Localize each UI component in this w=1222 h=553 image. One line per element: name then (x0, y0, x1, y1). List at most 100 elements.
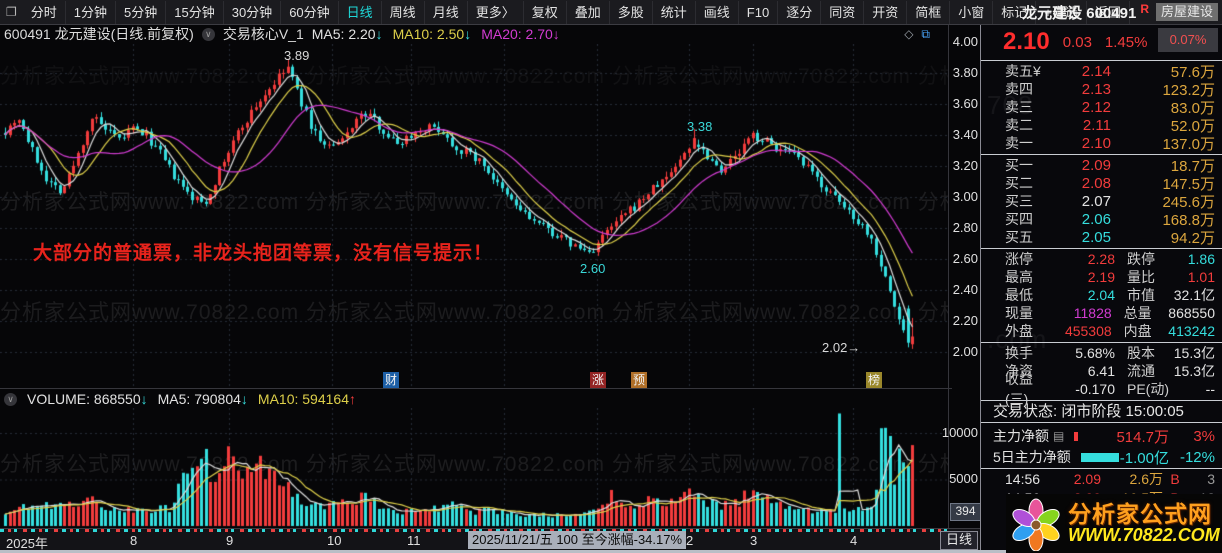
doc-icon[interactable]: ▤ (1053, 429, 1064, 443)
tool-item[interactable]: 简框 (907, 0, 951, 24)
tool-item[interactable]: 同资 (821, 0, 865, 24)
event-flag[interactable]: 涨 (590, 372, 606, 388)
price-axis-label: 3.00 (952, 189, 978, 204)
stat-label: 总量 (1123, 305, 1152, 321)
trading-app-window: ❐ 分时 1分钟 5分钟 15分钟 30分钟 60分钟 日线 周线 月线 更多〉 复权 叠加 多股 统计… (0, 0, 1222, 553)
trend-arrow-icon: ↓ (375, 26, 383, 42)
site-logo: 分析家公式网 WWW.70822.COM (1006, 494, 1222, 553)
tool-item[interactable]: 小窗 (950, 0, 994, 24)
order-price: 2.13 (1081, 80, 1111, 98)
stat-row: 最高 2.19 量比 1.01 (981, 268, 1222, 286)
order-price: 2.07 (1081, 192, 1111, 210)
panel-divider (981, 422, 1222, 423)
force-bar (1080, 452, 1119, 462)
order-price: 2.09 (1081, 156, 1111, 174)
chevron-down-icon[interactable]: ∨ (201, 27, 215, 41)
price-axis-label: 2.60 (952, 251, 978, 266)
order-book-row[interactable]: 买三 2.07 245.6万 (981, 192, 1222, 211)
tool-item[interactable]: 叠加 (567, 0, 610, 24)
force-label: 5日主力净额 (993, 449, 1071, 465)
date-axis-label: 11 (407, 533, 421, 548)
stat-value: 5.68% (1075, 345, 1115, 361)
topbar-stock-info: 龙元建设 600491 R 房屋建设 (1022, 0, 1222, 24)
price-axis-label: 2.80 (952, 220, 978, 235)
period-menu: 分时 1分钟 5分钟 15分钟 30分钟 60分钟 日线 周线 月线 更多〉 (23, 0, 524, 24)
legend-item: MA5: 2.20↓ (311, 26, 383, 42)
order-book-row[interactable]: 买二 2.08 147.5万 (981, 174, 1222, 193)
trend-arrow-icon: ↓ (464, 26, 472, 42)
logo-site-url: WWW.70822.COM (1068, 525, 1220, 546)
tool-item[interactable]: 画线 (696, 0, 739, 24)
order-book-row[interactable]: 卖二 2.11 52.0万 (981, 116, 1222, 135)
trend-arrow-icon: ↓ (552, 26, 560, 42)
volume-chart-canvas[interactable] (0, 408, 948, 528)
period-box[interactable]: 日线 (940, 531, 978, 550)
force-percent: -12% (1179, 448, 1215, 466)
period-item[interactable]: 5分钟 (116, 0, 167, 24)
panel-toggle-icon[interactable]: ⧉ (921, 27, 930, 42)
tool-item[interactable]: 复权 (524, 0, 567, 24)
period-item[interactable]: 分时 (23, 0, 66, 24)
stat-label: 流通 (1127, 363, 1155, 379)
price-axis-column: 4.00 3.80 3.60 3.40 3.20 3.00 2.80 2.60 2.40 2.20… (942, 24, 981, 553)
order-book-row[interactable]: 卖一 2.10 137.0万 (981, 134, 1222, 153)
date-axis-label: 2 (686, 533, 694, 548)
order-volume: 94.2万 (1170, 229, 1215, 247)
event-flag[interactable]: 预 (631, 372, 647, 388)
period-item[interactable]: 周线 (382, 0, 425, 24)
period-item[interactable]: 60分钟 (281, 0, 339, 24)
price-chart-canvas[interactable] (0, 44, 948, 388)
tool-item[interactable]: 统计 (653, 0, 696, 24)
stat-row: 现量 11828 总量 868550 (981, 304, 1222, 322)
legend-item: MA5: 790804↓ (157, 391, 248, 407)
period-item[interactable]: 月线 (425, 0, 468, 24)
price-chart-header: 600491 龙元建设(日线.前复权) ∨ 交易核心V_1 MA5: 2.20↓… (0, 24, 952, 44)
order-level-label: 买三 (1005, 193, 1033, 209)
date-axis-label: 9 (226, 533, 234, 548)
window-icon[interactable]: ❐ (6, 5, 17, 19)
order-book-row[interactable]: 卖四 2.13 123.2万 (981, 80, 1222, 99)
date-axis-label: 8 (130, 533, 138, 548)
tool-item[interactable]: F10 (739, 0, 779, 24)
main-force-row: 5日主力净额 -1.00亿 -12% (981, 447, 1222, 467)
period-item[interactable]: 1分钟 (66, 0, 117, 24)
order-volume: 137.0万 (1162, 135, 1215, 153)
price-axis-label: 2.40 (952, 282, 978, 297)
period-item[interactable]: 30分钟 (224, 0, 282, 24)
period-item[interactable]: 更多〉 (468, 0, 524, 24)
period-item[interactable]: 日线 (339, 0, 382, 24)
chevron-down-icon[interactable]: ∨ (4, 392, 17, 406)
order-level-label: 卖三 (1005, 99, 1033, 115)
date-axis-label: 3 (750, 533, 758, 548)
tool-item[interactable]: 逐分 (778, 0, 822, 24)
order-book-row[interactable]: 卖五¥ 2.14 57.6万 (981, 62, 1222, 81)
stat-value: 455308 (1064, 323, 1112, 339)
order-book-row[interactable]: 卖三 2.12 83.0万 (981, 98, 1222, 117)
tool-item[interactable]: 多股 (610, 0, 653, 24)
stat-row: 换手 5.68% 股本 15.3亿 (981, 344, 1222, 362)
diamond-icon[interactable]: ◇ (904, 27, 913, 42)
force-value: 514.7万 (1116, 428, 1169, 446)
order-level-label: 卖一 (1005, 135, 1033, 151)
event-flag[interactable]: 榜 (866, 372, 882, 388)
sector-badge[interactable]: 房屋建设 (1155, 3, 1218, 21)
price-axis-label: 3.60 (952, 96, 978, 111)
order-book-row[interactable]: 买四 2.06 168.8万 (981, 210, 1222, 229)
indicator-name[interactable]: 交易核心V_1 (223, 24, 304, 44)
price-change-pct: 1.45% (1104, 33, 1148, 51)
legend-item: MA10: 2.50↓ (392, 26, 472, 42)
force-percent: 3% (1193, 427, 1215, 445)
volume-axis-label: 10000 (941, 425, 978, 440)
event-flag[interactable]: 财 (383, 372, 399, 388)
amplitude-badge: 0.07% (1158, 28, 1218, 52)
legend-item: MA10: 594164↑ (257, 391, 356, 407)
chart-title: 600491 龙元建设(日线.前复权) (4, 26, 194, 42)
tool-item[interactable]: 开资 (864, 0, 908, 24)
stat-label: 涨停 (1005, 251, 1033, 267)
order-book-row[interactable]: 买一 2.09 18.7万 (981, 156, 1222, 175)
stat-value: -- (1205, 381, 1215, 397)
trade-status: 交易状态: 闭市阶段 15:00:05 (993, 403, 1184, 420)
period-item[interactable]: 15分钟 (166, 0, 224, 24)
stock-title: 龙元建设 600491 (1022, 4, 1137, 22)
order-book-row[interactable]: 买五 2.05 94.2万 (981, 228, 1222, 247)
